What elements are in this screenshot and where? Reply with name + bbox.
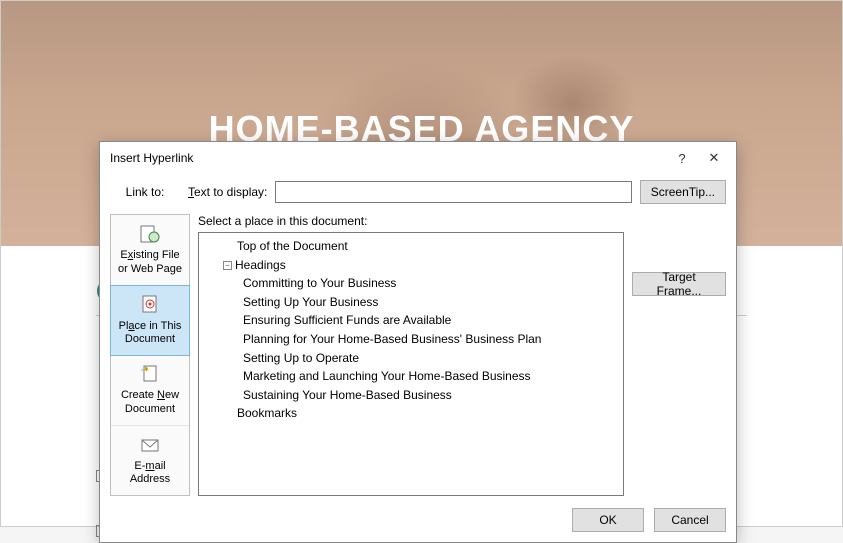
ok-button[interactable]: OK (572, 508, 644, 532)
close-button[interactable]: ✕ (700, 148, 728, 168)
envelope-icon (138, 434, 162, 456)
sidebar-item-label: E-mail Address (115, 460, 185, 488)
cancel-button[interactable]: Cancel (654, 508, 726, 532)
sidebar-item-label: Create New Document (115, 389, 185, 417)
tree-item-heading[interactable]: Setting Up to Operate (205, 349, 617, 368)
tree-item-bookmarks[interactable]: Bookmarks (205, 404, 617, 423)
tree-item-heading[interactable]: Ensuring Sufficient Funds are Available (205, 311, 617, 330)
dialog-title: Insert Hyperlink (110, 151, 668, 165)
dialog-titlebar: Insert Hyperlink ? ✕ (100, 142, 736, 174)
document-target-icon (138, 294, 162, 316)
help-button[interactable]: ? (668, 148, 696, 168)
tree-item-heading[interactable]: Sustaining Your Home-Based Business (205, 386, 617, 405)
link-to-sidebar: Existing File or Web Page Place in This … (110, 214, 190, 496)
link-to-label: Link to: (110, 185, 180, 199)
svg-text:✦: ✦ (143, 365, 150, 374)
tree-item-heading[interactable]: Committing to Your Business (205, 274, 617, 293)
sidebar-item-label: Place in This Document (115, 320, 185, 348)
globe-page-icon (138, 223, 162, 245)
tree-item-headings[interactable]: −Headings (205, 256, 617, 275)
sidebar-item-email[interactable]: E-mail Address (111, 426, 189, 496)
tree-item-heading[interactable]: Setting Up Your Business (205, 293, 617, 312)
tree-item-top[interactable]: Top of the Document (205, 237, 617, 256)
tree-item-heading[interactable]: Planning for Your Home-Based Business' B… (205, 330, 617, 349)
sidebar-item-label: Existing File or Web Page (115, 249, 185, 277)
sidebar-item-place-in-document[interactable]: Place in This Document (110, 285, 190, 357)
tree-item-heading[interactable]: Marketing and Launching Your Home-Based … (205, 367, 617, 386)
text-to-display-input[interactable] (275, 181, 631, 203)
target-frame-button[interactable]: Target Frame... (632, 272, 726, 296)
insert-hyperlink-dialog: Insert Hyperlink ? ✕ Link to: Text to di… (99, 141, 737, 543)
sidebar-item-existing-file[interactable]: Existing File or Web Page (111, 215, 189, 286)
collapse-icon[interactable]: − (223, 261, 232, 270)
document-places-tree[interactable]: Top of the Document −Headings Committing… (198, 232, 624, 496)
new-document-icon: ✦ (138, 363, 162, 385)
sidebar-item-create-new[interactable]: ✦ Create New Document (111, 355, 189, 426)
text-to-display-label: Text to display: (188, 185, 267, 199)
screentip-button[interactable]: ScreenTip... (640, 180, 726, 204)
select-place-label: Select a place in this document: (198, 214, 624, 228)
